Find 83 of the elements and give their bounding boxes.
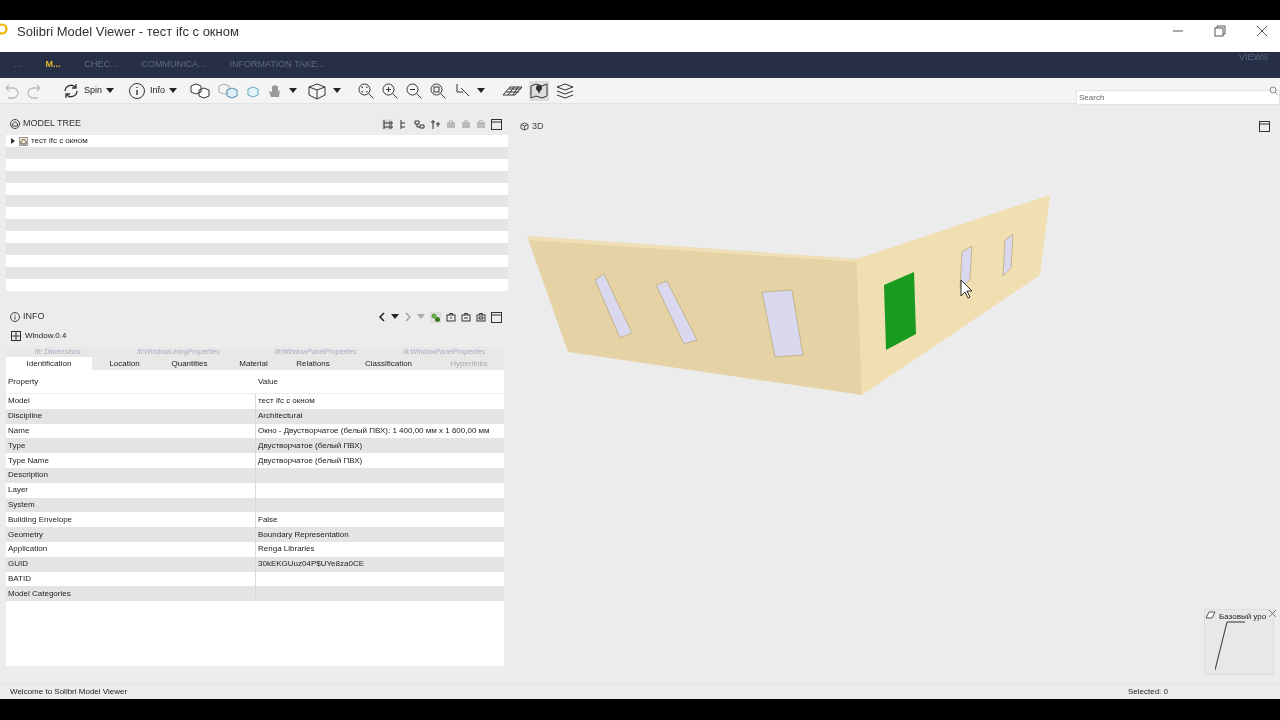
info-icon bbox=[128, 81, 146, 100]
close-icon[interactable] bbox=[1269, 610, 1276, 617]
maximize-icon[interactable] bbox=[1259, 121, 1270, 132]
table-cell: Discipline bbox=[8, 410, 43, 423]
level-icon bbox=[1205, 611, 1216, 620]
window-icon bbox=[11, 331, 21, 341]
window-title: Solibri Model Viewer - тест ifc с окном bbox=[17, 23, 239, 42]
column-header: Property bbox=[7, 375, 40, 388]
table-cell: Окно - Двустворчатое (белый ПВХ): 1 400,00 мм x 1 600,00 мм bbox=[258, 425, 490, 437]
panel-title: MODEL TREE bbox=[23, 117, 81, 131]
expand-arrow-icon[interactable] bbox=[10, 138, 16, 144]
tab[interactable]: Relations bbox=[285, 357, 341, 370]
tab[interactable]: Quantities bbox=[157, 357, 222, 370]
table-cell: System bbox=[8, 498, 35, 511]
tree-row[interactable]: тест ifc с окном bbox=[6, 135, 508, 147]
tab[interactable]: Material bbox=[222, 357, 285, 370]
menu-tab[interactable]: M... bbox=[45, 58, 61, 72]
zoom-fit-icon[interactable] bbox=[357, 81, 376, 100]
table-cell: Geometry bbox=[8, 528, 44, 541]
maximize-icon[interactable] bbox=[491, 118, 502, 130]
table-cell: Boundary Representation bbox=[258, 528, 349, 541]
level-navigator[interactable]: Базовый уро bbox=[1204, 609, 1274, 675]
table-cell: Renga Libraries bbox=[258, 543, 315, 556]
info-button[interactable]: Info bbox=[128, 81, 178, 100]
map-pin-icon[interactable] bbox=[529, 80, 550, 101]
table-cell: 30kEKGUuz04P$UYe8za0CE bbox=[258, 558, 364, 571]
column-header: Value bbox=[257, 375, 279, 388]
table-cell: Type Name bbox=[8, 454, 49, 467]
panel-title: INFO bbox=[23, 310, 45, 324]
tree-item-label: тест ifc с окном bbox=[31, 135, 88, 147]
briefcase-icon[interactable] bbox=[461, 312, 471, 322]
house-icon bbox=[19, 136, 28, 146]
layers-icon[interactable] bbox=[555, 81, 576, 100]
level-label: Базовый уро bbox=[1219, 611, 1267, 623]
briefcase-icon[interactable] bbox=[446, 312, 456, 322]
table-cell: Двустворчатое (белый ПВХ) bbox=[258, 439, 363, 452]
link-icon[interactable] bbox=[430, 311, 441, 323]
view-title: 3D bbox=[532, 120, 544, 133]
info-icon bbox=[10, 312, 20, 322]
restore-icon[interactable] bbox=[1214, 25, 1226, 37]
table-cell: GUID bbox=[8, 558, 28, 571]
search-field[interactable]: Search bbox=[1076, 90, 1280, 105]
home-icon bbox=[10, 119, 20, 129]
table-cell: Model Categories bbox=[8, 587, 71, 600]
maximize-icon[interactable] bbox=[491, 311, 502, 323]
caret-icon[interactable] bbox=[333, 87, 342, 94]
caret-icon[interactable] bbox=[289, 87, 298, 94]
caret-icon[interactable] bbox=[391, 314, 399, 320]
spin-button[interactable]: Spin bbox=[62, 81, 114, 100]
level-line bbox=[1215, 618, 1245, 670]
cubes-icon[interactable] bbox=[189, 81, 212, 100]
table-cell: тест ifc с окном bbox=[258, 395, 315, 408]
table-cell: False bbox=[258, 513, 278, 526]
table-cell: Application bbox=[8, 543, 48, 556]
cube-icon bbox=[520, 122, 529, 132]
table-cell: BATID bbox=[8, 572, 31, 585]
caret-icon[interactable] bbox=[477, 87, 486, 94]
tab[interactable]: Identification bbox=[6, 357, 92, 370]
table-cell: Model bbox=[8, 395, 30, 408]
spin-icon bbox=[62, 81, 80, 100]
zoom-in-icon[interactable] bbox=[381, 81, 400, 100]
table-cell: Layer bbox=[8, 484, 28, 497]
selection-count: Selected: 0 bbox=[1127, 685, 1168, 698]
zoom-out-icon[interactable] bbox=[405, 81, 424, 100]
zoom-window-icon[interactable] bbox=[429, 81, 448, 100]
table-cell: Name bbox=[8, 425, 30, 437]
tab[interactable]: Classification bbox=[341, 357, 436, 370]
table-cell: Description bbox=[8, 469, 48, 482]
caret-icon bbox=[169, 87, 178, 94]
box-icon[interactable] bbox=[307, 81, 328, 100]
caret-icon bbox=[106, 87, 114, 94]
selected-object-name: Window.0.4 bbox=[25, 330, 67, 342]
search-icon[interactable] bbox=[1269, 86, 1278, 95]
table-cell: Architectural bbox=[258, 410, 303, 423]
table-cell: Двустворчатое (белый ПВХ) bbox=[258, 454, 363, 467]
status-message: Welcome to Solibri Model Viewer bbox=[10, 685, 128, 698]
table-cell: Building Envelope bbox=[8, 513, 73, 526]
close-icon[interactable] bbox=[1256, 25, 1268, 37]
briefcase-icon[interactable] bbox=[476, 312, 486, 322]
back-icon[interactable] bbox=[378, 312, 386, 322]
tab[interactable]: Location bbox=[92, 357, 157, 370]
table-cell: Type bbox=[8, 439, 26, 452]
mouse-cursor-icon bbox=[960, 279, 973, 299]
